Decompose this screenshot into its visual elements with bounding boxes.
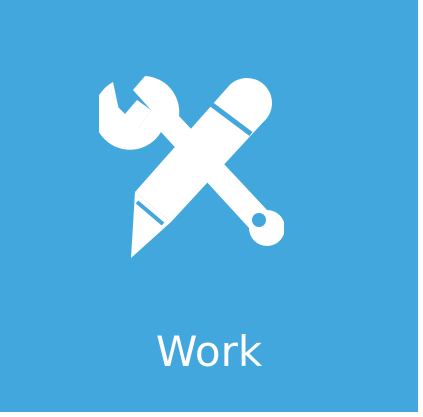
wrench-pencil-icon (99, 70, 284, 265)
work-tile[interactable]: Work (0, 0, 418, 412)
tile-label: Work (155, 327, 263, 376)
